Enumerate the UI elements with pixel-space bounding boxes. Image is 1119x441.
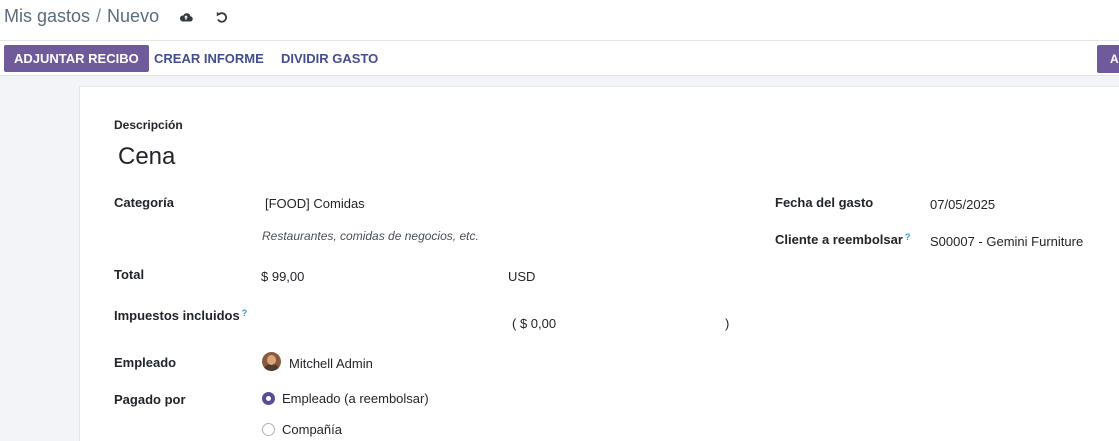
- category-note: Restaurantes, comidas de negocios, etc.: [262, 229, 479, 243]
- breadcrumb-current: Nuevo: [107, 6, 160, 26]
- radio-company[interactable]: [262, 423, 275, 436]
- expense-date-label: Fecha del gasto: [775, 195, 874, 210]
- breadcrumb: Mis gastos / Nuevo: [4, 6, 159, 27]
- radio-employee[interactable]: [262, 392, 275, 405]
- currency-field[interactable]: USD: [508, 269, 535, 284]
- category-field[interactable]: [FOOD] Comidas: [265, 196, 365, 211]
- employee-label: Empleado: [114, 355, 177, 370]
- help-icon[interactable]: ?: [242, 308, 248, 318]
- customer-field[interactable]: S00007 - Gemini Furniture: [930, 234, 1083, 249]
- breadcrumb-parent[interactable]: Mis gastos: [4, 6, 90, 27]
- customer-label-text: Cliente a reembolsar: [775, 232, 903, 247]
- total-field[interactable]: $ 99,00: [261, 269, 304, 284]
- avatar: [262, 352, 281, 371]
- taxes-close-paren: ): [725, 316, 730, 331]
- top-bar: Mis gastos / Nuevo: [0, 0, 1119, 40]
- radio-company-label[interactable]: Compañía: [282, 422, 342, 437]
- help-icon[interactable]: ?: [905, 232, 911, 242]
- cloud-upload-icon[interactable]: [178, 9, 194, 25]
- category-label: Categoría: [114, 195, 174, 210]
- customer-label: Cliente a reembolsar?: [775, 232, 910, 247]
- taxes-label-text: Impuestos incluidos: [114, 308, 240, 323]
- action-bar: ADJUNTAR RECIBO CREAR INFORME DIVIDIR GA…: [0, 40, 1119, 76]
- employee-field[interactable]: Mitchell Admin: [289, 356, 373, 371]
- radio-employee-label[interactable]: Empleado (a reembolsar): [282, 391, 429, 406]
- undo-icon[interactable]: [214, 9, 230, 25]
- total-label: Total: [114, 267, 145, 282]
- taxes-label: Impuestos incluidos?: [114, 308, 247, 323]
- description-label: Descripción: [114, 118, 183, 132]
- attach-receipt-button[interactable]: ADJUNTAR RECIBO: [4, 45, 149, 72]
- split-expense-button[interactable]: DIVIDIR GASTO: [281, 45, 378, 72]
- overflow-action-button[interactable]: A: [1097, 45, 1119, 73]
- create-report-button[interactable]: CREAR INFORME: [154, 45, 264, 72]
- form-sheet: [79, 86, 1119, 441]
- expense-date-field[interactable]: 07/05/2025: [930, 197, 995, 212]
- description-input[interactable]: Cena: [118, 143, 175, 171]
- paid-by-label: Pagado por: [114, 392, 186, 407]
- breadcrumb-separator: /: [96, 6, 102, 26]
- taxes-field: ( $ 0,00: [512, 316, 557, 331]
